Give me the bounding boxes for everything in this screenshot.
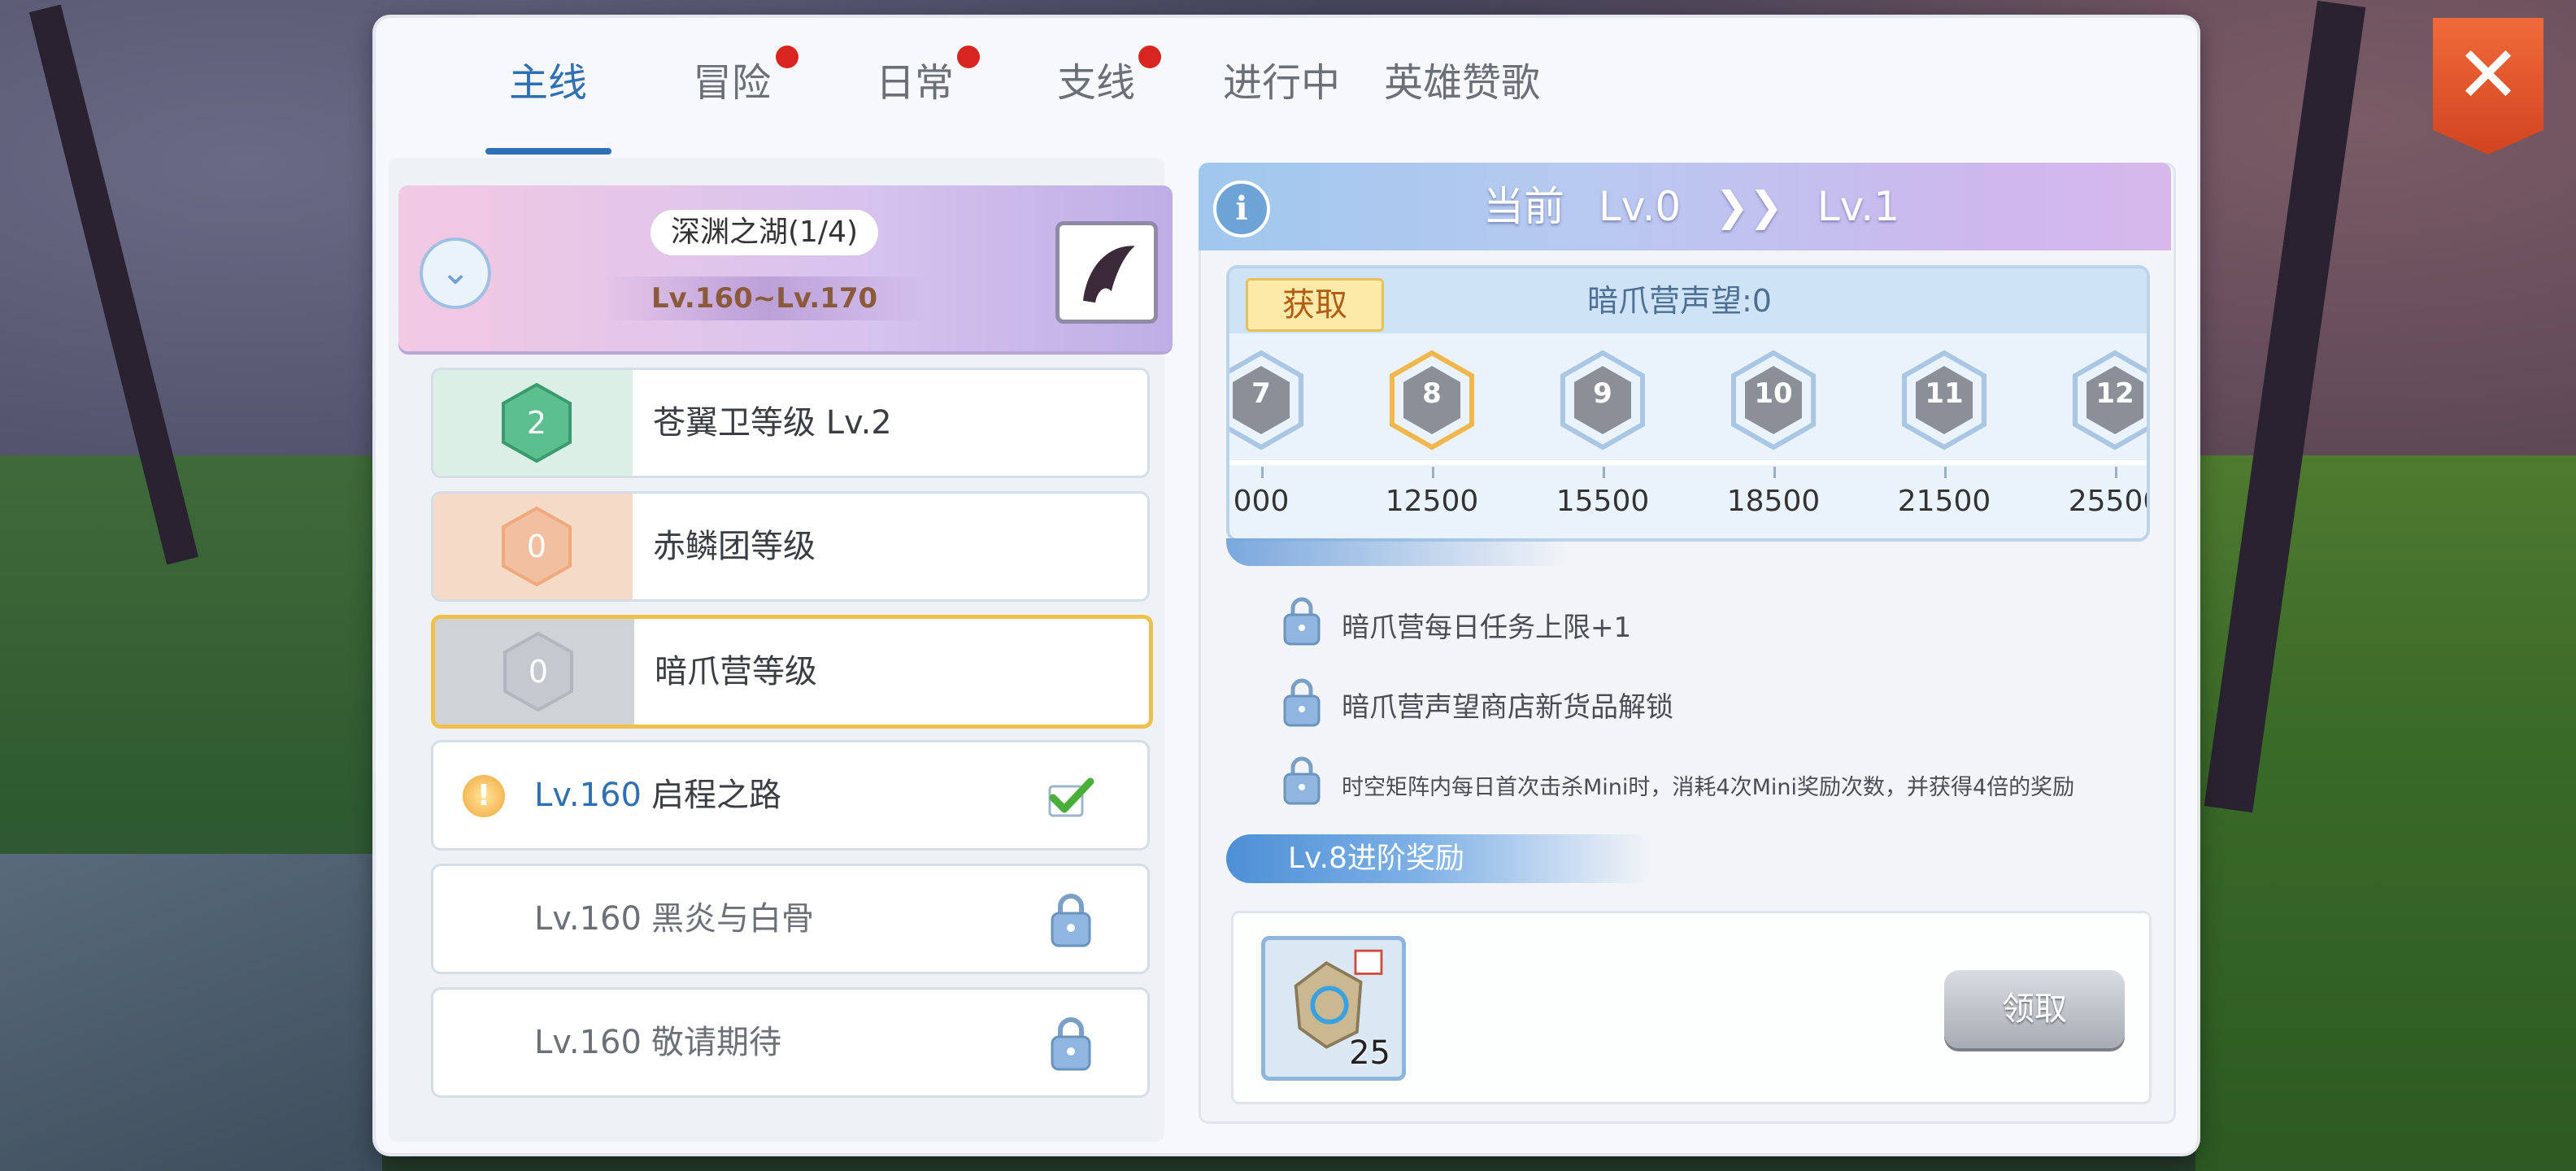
obtain-button[interactable]: 获取: [1246, 278, 1384, 332]
faction-label: 苍翼卫等级 Lv.2: [653, 404, 892, 442]
track-axis: [1229, 460, 2147, 465]
claim-button[interactable]: 领取: [1944, 970, 2125, 1048]
quest-level: Lv.160: [534, 777, 642, 814]
chevron-down-icon[interactable]: ⌄: [420, 237, 491, 309]
faction-level-badge: 0: [502, 631, 575, 712]
milestone-medal[interactable]: 8: [1384, 348, 1480, 454]
milestone-value: 15500: [1556, 485, 1650, 518]
feather-icon: [1055, 221, 1158, 324]
quest-name: 敬请期待: [651, 1024, 781, 1061]
from-level: Lv.0: [1598, 183, 1682, 230]
quest-name: 启程之路: [651, 777, 781, 814]
reward-box: 25 领取: [1231, 911, 2152, 1104]
milestone-level: 8: [1422, 377, 1442, 410]
background-stone-path: [0, 854, 382, 1171]
lock-icon: [1047, 890, 1094, 949]
perk-text: 暗爪营每日任务上限+1: [1342, 612, 1632, 644]
close-icon: ✕: [2455, 29, 2522, 120]
faction-label: 赤鳞团等级: [653, 528, 816, 565]
region-level-range: Lv.160~Lv.170: [602, 276, 927, 320]
milestone-medal[interactable]: 11: [1896, 348, 1992, 454]
close-button[interactable]: ✕: [2433, 18, 2543, 155]
tab-adventure[interactable]: 冒险: [693, 50, 771, 107]
milestone-level: 11: [1925, 377, 1964, 410]
tab-main[interactable]: 主线: [509, 50, 587, 107]
advance-reward-title: Lv.8进阶奖励: [1288, 842, 1464, 875]
notification-dot: [1138, 46, 1161, 68]
notification-dot: [957, 46, 980, 68]
milestone-tick: [1944, 467, 1947, 478]
milestone-medal[interactable]: 7: [1229, 348, 1309, 454]
quest-row[interactable]: Lv.160 敬请期待: [431, 987, 1150, 1098]
perk-text: 暗爪营声望商店新货品解锁: [1342, 691, 1673, 724]
double-chevron-icon: ❯❯: [1715, 183, 1783, 230]
to-level: Lv.1: [1817, 183, 1900, 230]
lock-icon: [1047, 1014, 1094, 1073]
lock-icon: [1281, 753, 1322, 807]
faction-level: 0: [528, 654, 549, 690]
quest-level: Lv.160: [534, 900, 642, 938]
track-header: 获取 暗爪营声望:0: [1229, 268, 2147, 333]
faction-level: 0: [526, 529, 547, 564]
milestone-medal[interactable]: 12: [2067, 348, 2147, 454]
faction-row-anzhao[interactable]: 0 暗爪营等级: [431, 615, 1153, 729]
milestone-value: 21500: [1897, 485, 1991, 518]
milestone-tick: [2115, 467, 2117, 478]
milestone-level: 10: [1754, 377, 1793, 410]
milestone-level: 7: [1251, 377, 1271, 410]
faction-level-badge: 0: [500, 506, 573, 587]
reputation-title: 当前 Lv.0 ❯❯ Lv.1: [1483, 163, 1921, 250]
milestone-medal[interactable]: 9: [1555, 348, 1651, 454]
info-button[interactable]: i: [1213, 181, 1270, 237]
milestone-level: 9: [1593, 377, 1612, 410]
milestone-tick: [1261, 467, 1264, 478]
quest-level: Lv.160: [534, 1024, 642, 1061]
perk-text: 时空矩阵内每日首次击杀Mini时，消耗4次Mini奖励次数，并获得4倍的奖励: [1342, 775, 2075, 800]
active-tab-indicator: [485, 148, 611, 155]
milestone-medal[interactable]: 10: [1725, 348, 1821, 454]
unlock-section-header-fragment: [1226, 538, 1568, 566]
tab-side[interactable]: 支线: [1057, 50, 1135, 107]
faction-level: 2: [526, 405, 547, 441]
tab-in-progress[interactable]: 进行中: [1223, 50, 1340, 107]
milestone-value: 000: [1233, 485, 1290, 518]
faction-label: 暗爪营等级: [655, 653, 817, 690]
tab-daily[interactable]: 日常: [876, 50, 954, 107]
notification-dot: [776, 46, 798, 68]
reputation-track: 获取 暗爪营声望:0 7 000 8 12500 9 15500 10 18500 11 2150…: [1226, 265, 2150, 542]
quest-name: 黑炎与白骨: [651, 900, 814, 938]
milestone-tick: [1432, 467, 1434, 478]
reward-count: 25: [1349, 1034, 1390, 1072]
milestone-value: 12500: [1385, 485, 1479, 518]
milestone-tick: [1773, 467, 1776, 478]
milestone-tick: [1603, 467, 1605, 478]
reputation-header: i 当前 Lv.0 ❯❯ Lv.1: [1199, 163, 2171, 250]
reputation-value: 暗爪营声望:0: [1587, 283, 1772, 319]
advance-reward-header: Lv.8进阶奖励: [1226, 834, 1649, 883]
faction-row-chilin[interactable]: 0 赤鳞团等级: [431, 491, 1150, 602]
milestone-value: 25500: [2068, 485, 2147, 518]
faction-row-canglywei[interactable]: 2 苍翼卫等级 Lv.2: [431, 368, 1150, 478]
current-label: 当前: [1483, 183, 1564, 230]
checkmark-icon: [1045, 775, 1095, 819]
tab-hero-anthem[interactable]: 英雄赞歌: [1384, 50, 1540, 107]
milestone-level: 12: [2095, 377, 2134, 410]
lock-icon: [1281, 594, 1322, 647]
reward-item[interactable]: 25: [1261, 936, 1406, 1081]
quest-row[interactable]: Lv.160 黑炎与白骨: [431, 864, 1150, 974]
faction-level-badge: 2: [500, 382, 573, 464]
lock-icon: [1281, 675, 1322, 729]
milestone-value: 18500: [1726, 485, 1821, 518]
region-card[interactable]: ⌄ 深渊之湖(1/4) Lv.160~Lv.170: [398, 185, 1173, 351]
exclamation-icon: !: [463, 775, 505, 817]
quest-row[interactable]: ! Lv.160 启程之路: [431, 740, 1150, 851]
region-title: 深渊之湖(1/4): [651, 210, 878, 255]
